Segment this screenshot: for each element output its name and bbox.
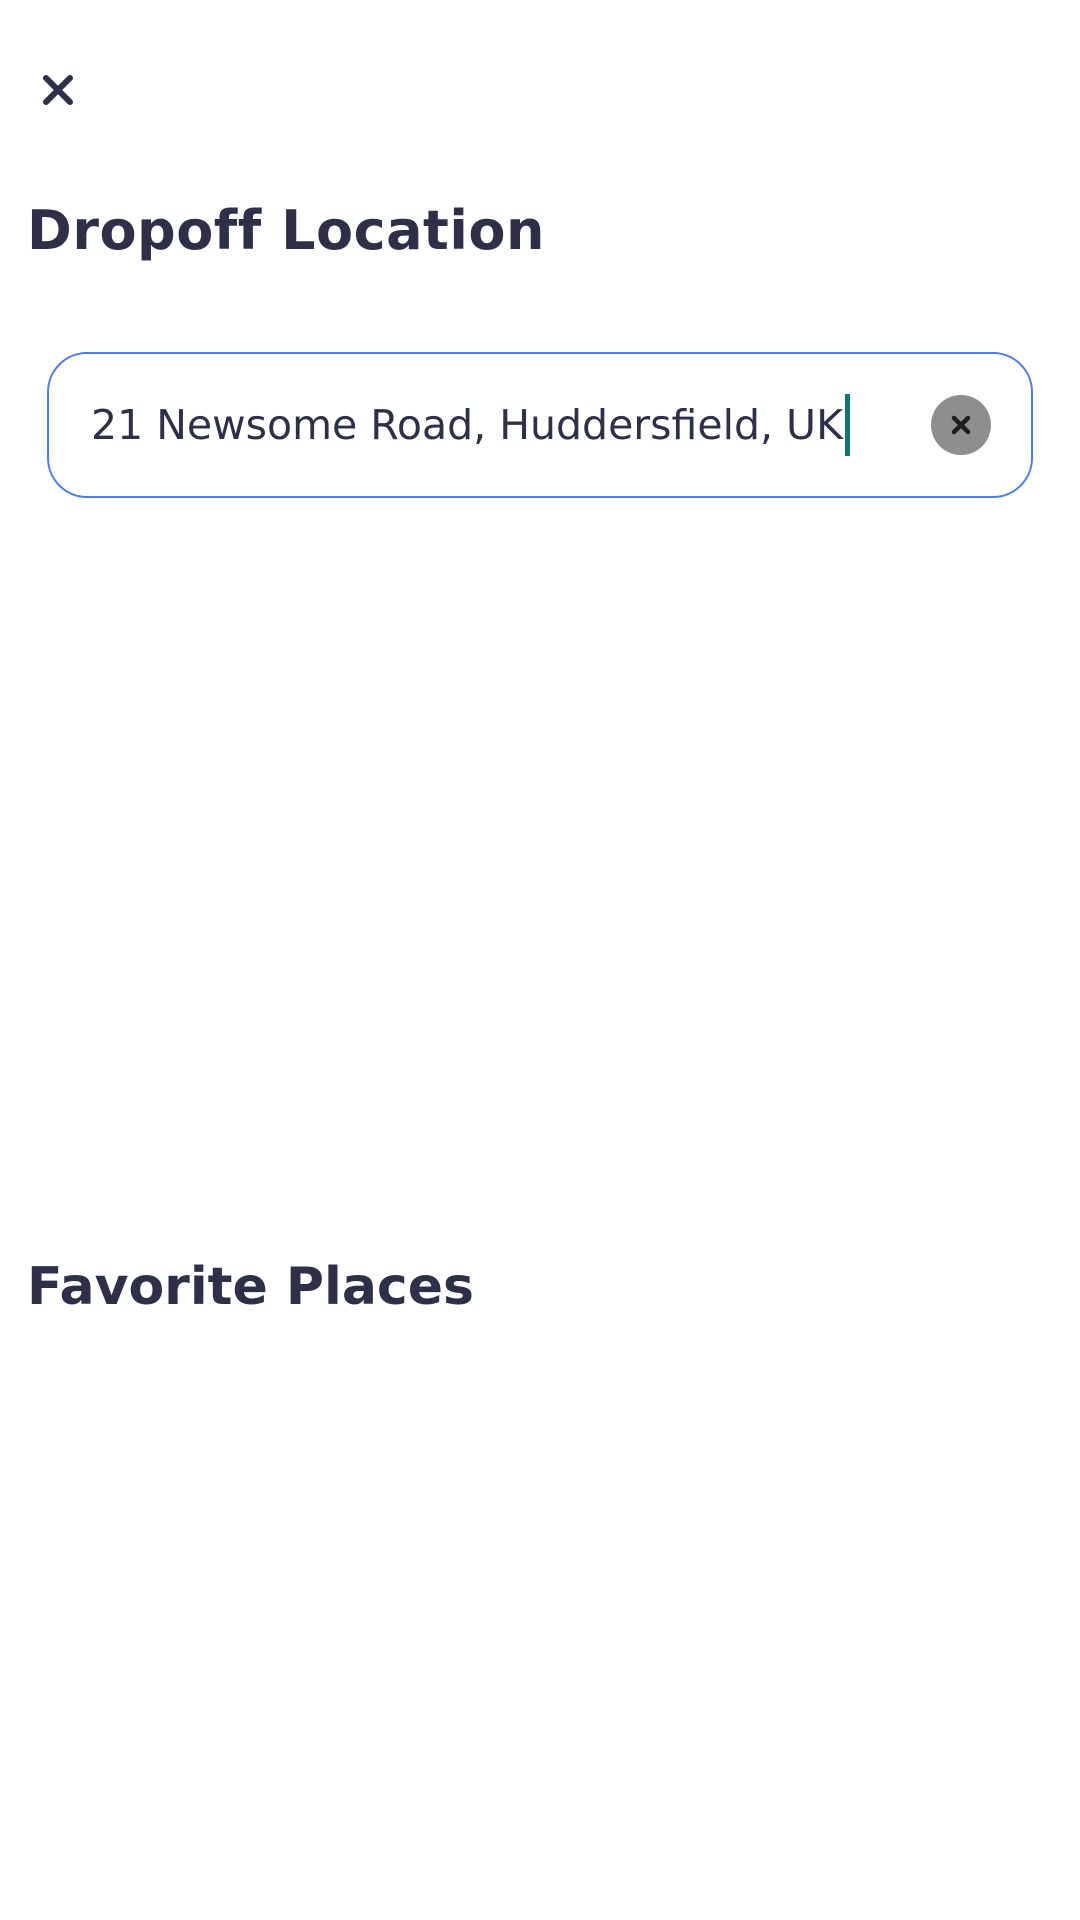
close-button[interactable] (28, 60, 88, 120)
dropoff-location-value: 21 Newsome Road, Huddersfield, UK (91, 401, 843, 449)
clear-input-button[interactable] (931, 395, 991, 455)
clear-circle-icon (951, 415, 971, 435)
favorite-places-heading: Favorite Places (27, 1257, 474, 1317)
dropoff-location-field[interactable]: 21 Newsome Road, Huddersfield, UK (47, 352, 1033, 498)
page-title: Dropoff Location (27, 199, 545, 262)
close-icon (43, 75, 73, 105)
text-caret (844, 394, 850, 456)
dropoff-location-input[interactable]: 21 Newsome Road, Huddersfield, UK (91, 354, 850, 496)
